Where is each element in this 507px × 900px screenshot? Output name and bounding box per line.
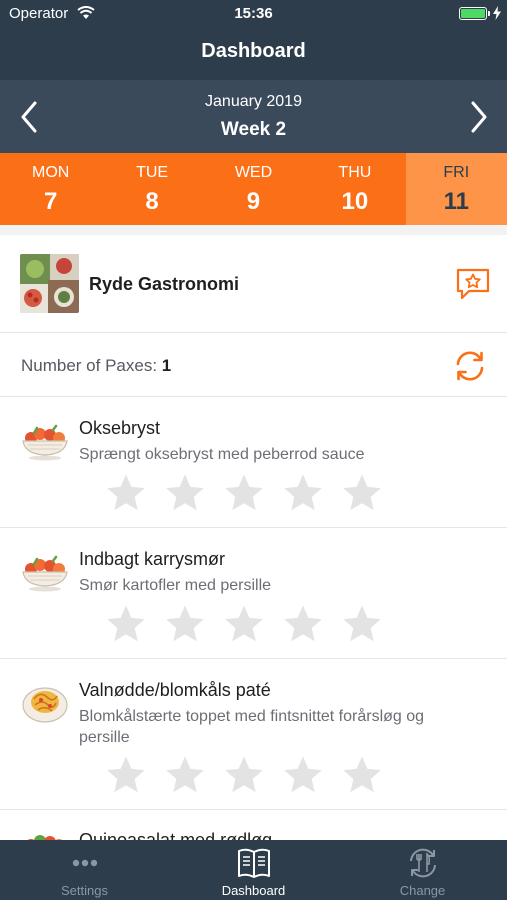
restaurant-name: Ryde Gastronomi	[89, 274, 240, 294]
star-rating	[106, 755, 401, 795]
paxes-label: Number of Paxes: 1	[21, 356, 171, 376]
salad-bowl-icon	[20, 421, 70, 463]
battery-icon	[459, 7, 487, 20]
month-label: January 2019	[205, 93, 302, 110]
star-icon[interactable]	[224, 755, 264, 795]
dish-description: Smør kartofler med persille	[79, 577, 272, 594]
tab-label: Change	[399, 883, 446, 898]
star-rating	[106, 604, 401, 644]
tab-dashboard[interactable]: Dashboard	[169, 840, 338, 900]
day-tab-mon[interactable]: MON 7	[0, 153, 101, 225]
tab-change[interactable]: Change	[338, 840, 507, 900]
star-icon[interactable]	[283, 604, 323, 644]
day-number: 10	[341, 188, 369, 215]
page-title: Dashboard	[201, 40, 306, 62]
star-icon[interactable]	[165, 473, 205, 513]
day-tab-thu[interactable]: THU 10	[304, 153, 405, 225]
day-name: FRI	[443, 164, 470, 181]
day-name: WED	[234, 164, 273, 181]
list-item-partial: Quinoasalat med rødløg	[0, 810, 507, 842]
tab-bar: Settings Dashboard Change	[0, 840, 507, 900]
dish-description: Sprængt oksebryst med peberrod sauce	[79, 446, 365, 463]
pasta-plate-icon	[20, 681, 70, 723]
star-icon[interactable]	[165, 755, 205, 795]
tab-label: Settings	[61, 883, 108, 898]
dish-name: Valnødde/blomkåls paté	[79, 680, 271, 700]
dish-description: Blomkålstærte toppet med fintsnittet for…	[79, 708, 425, 746]
paxes-row: Number of Paxes: 1	[0, 333, 507, 397]
star-icon[interactable]	[342, 755, 382, 795]
navigation-bar: Dashboard	[0, 28, 507, 80]
list-item: Indbagt karrysmør Smør kartofler med per…	[0, 528, 507, 659]
more-dots-icon	[67, 846, 103, 880]
star-icon[interactable]	[165, 604, 205, 644]
day-name: THU	[338, 164, 372, 181]
dish-name: Indbagt karrysmør	[79, 549, 226, 569]
refresh-icon[interactable]	[452, 348, 488, 384]
status-bar: Operator 15:36	[0, 0, 507, 28]
day-name: MON	[32, 164, 70, 181]
day-number: 7	[44, 188, 58, 215]
star-icon[interactable]	[342, 473, 382, 513]
chevron-right-icon[interactable]	[468, 100, 490, 134]
day-number: 11	[443, 188, 469, 215]
day-name: TUE	[136, 164, 169, 181]
star-icon[interactable]	[283, 473, 323, 513]
day-tab-tue[interactable]: TUE 8	[101, 153, 202, 225]
restaurant-header: Ryde Gastronomi	[0, 235, 507, 333]
star-icon[interactable]	[283, 755, 323, 795]
day-tabs: MON 7 TUE 8 WED 9 THU 10 FRI 11	[0, 153, 507, 225]
day-tab-fri[interactable]: FRI 11	[405, 153, 507, 225]
star-icon[interactable]	[106, 473, 146, 513]
list-item: Valnødde/blomkåls paté Blomkålstærte top…	[0, 659, 507, 810]
dish-name: Oksebryst	[79, 418, 161, 438]
list-item: Oksebryst Sprængt oksebryst med peberrod…	[0, 397, 507, 528]
star-icon[interactable]	[106, 604, 146, 644]
star-rating	[106, 473, 401, 513]
book-icon	[236, 846, 272, 880]
tab-label: Dashboard	[221, 883, 286, 898]
charging-bolt-icon	[493, 6, 501, 24]
star-speech-bubble-icon[interactable]	[455, 267, 491, 301]
clock: 15:36	[234, 5, 273, 22]
day-tab-wed[interactable]: WED 9	[203, 153, 304, 225]
restaurant-thumbnail	[20, 254, 79, 313]
paxes-count: 1	[161, 356, 172, 375]
star-icon[interactable]	[224, 604, 264, 644]
star-icon[interactable]	[106, 755, 146, 795]
tab-settings[interactable]: Settings	[0, 840, 169, 900]
salad-bowl-icon	[20, 552, 70, 594]
star-icon[interactable]	[224, 473, 264, 513]
week-label: Week 2	[220, 119, 287, 140]
paxes-label-text: Number of Paxes:	[21, 356, 158, 375]
day-number: 9	[246, 188, 261, 215]
section-divider	[0, 225, 507, 235]
utensils-swap-icon	[405, 846, 441, 880]
battery-tip	[488, 11, 490, 16]
star-icon[interactable]	[342, 604, 382, 644]
week-selector: January 2019 Week 2	[0, 80, 507, 153]
day-number: 8	[145, 188, 159, 215]
